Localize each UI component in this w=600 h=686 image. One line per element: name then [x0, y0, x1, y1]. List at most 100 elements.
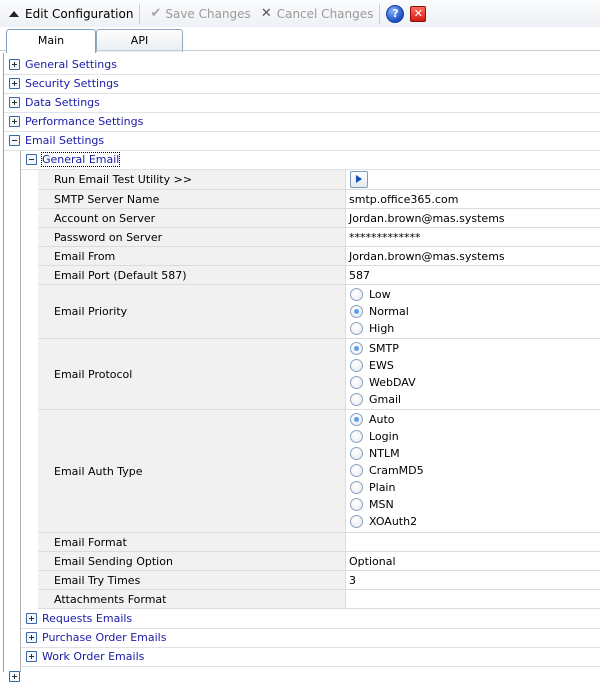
node-label: Data Settings	[25, 96, 100, 109]
radio-label: Low	[369, 288, 391, 301]
edit-configuration-label: Edit Configuration	[25, 6, 134, 21]
account-field[interactable]: Jordan.brown@mas.systems	[347, 209, 600, 227]
protocol-radio-group: SMTP EWS WebDAV Gmail	[347, 340, 600, 408]
save-changes-label: Save Changes	[165, 6, 251, 21]
property-row-try-times: Email Try Times 3	[38, 571, 600, 590]
radio-icon	[350, 498, 363, 511]
property-row-smtp-server: SMTP Server Name smtp.office365.com	[38, 190, 600, 209]
property-row-email-port: Email Port (Default 587) 587	[38, 266, 600, 285]
expand-plus-icon[interactable]	[9, 59, 20, 70]
node-label: Work Order Emails	[42, 650, 145, 663]
sending-option-field[interactable]: Optional	[347, 552, 600, 570]
property-row-run-test: Run Email Test Utility >>	[38, 170, 600, 190]
radio-protocol-webdav[interactable]: WebDAV	[347, 374, 600, 391]
property-row-attachments-format: Attachments Format	[38, 590, 600, 609]
tab-api[interactable]: API	[96, 29, 183, 52]
help-icon[interactable]: ?	[386, 4, 405, 23]
radio-label: Auto	[369, 413, 395, 426]
radio-label: NTLM	[369, 447, 400, 460]
radio-icon	[350, 376, 363, 389]
property-name: SMTP Server Name	[38, 190, 346, 208]
radio-auth-crammd5[interactable]: CramMD5	[347, 462, 600, 479]
priority-radio-group: Low Normal High	[347, 286, 600, 337]
expand-plus-icon[interactable]	[9, 97, 20, 108]
expand-plus-icon[interactable]	[9, 671, 20, 682]
property-row-email-format: Email Format	[38, 533, 600, 552]
expand-plus-icon[interactable]	[26, 632, 37, 643]
tree-indent-guide	[20, 151, 21, 672]
save-changes-button[interactable]: ✔ Save Changes	[143, 3, 253, 25]
tree-node-general-email[interactable]: General Email	[21, 150, 600, 170]
property-row-priority: Email Priority Low Normal High	[38, 285, 600, 339]
email-format-field[interactable]	[347, 533, 600, 551]
radio-selected-icon	[350, 413, 363, 426]
radio-label: SMTP	[369, 342, 399, 355]
radio-icon	[350, 464, 363, 477]
tree-node-next-partial[interactable]	[4, 667, 600, 686]
property-row-password: Password on Server *************	[38, 228, 600, 247]
radio-protocol-ews[interactable]: EWS	[347, 357, 600, 374]
radio-auth-plain[interactable]: Plain	[347, 479, 600, 496]
email-port-field[interactable]: 587	[347, 266, 600, 284]
property-name: Email Priority	[38, 285, 346, 338]
edit-configuration-button[interactable]: Edit Configuration	[0, 3, 136, 25]
radio-icon	[350, 359, 363, 372]
node-label: Performance Settings	[25, 115, 144, 128]
radio-label: WebDAV	[369, 376, 416, 389]
collapse-minus-icon[interactable]	[26, 154, 37, 165]
radio-label: High	[369, 322, 395, 335]
tab-api-label: API	[130, 34, 149, 47]
tree-node-general-settings[interactable]: General Settings	[4, 55, 600, 75]
radio-icon	[350, 393, 363, 406]
radio-icon	[350, 515, 363, 528]
try-times-field[interactable]: 3	[347, 571, 600, 589]
tree-node-performance-settings[interactable]: Performance Settings	[4, 112, 600, 132]
expand-plus-icon[interactable]	[26, 651, 37, 662]
radio-protocol-gmail[interactable]: Gmail	[347, 391, 600, 408]
cancel-changes-button[interactable]: ✕ Cancel Changes	[254, 3, 377, 25]
property-row-sending-option: Email Sending Option Optional	[38, 552, 600, 571]
tree-node-requests-emails[interactable]: Requests Emails	[21, 609, 600, 629]
smtp-server-field[interactable]: smtp.office365.com	[347, 190, 600, 208]
radio-auth-ntlm[interactable]: NTLM	[347, 445, 600, 462]
property-row-protocol: Email Protocol SMTP EWS WebDAV Gmail	[38, 339, 600, 410]
auth-type-radio-group: Auto Login NTLM CramMD5 Plain MSN XOAuth…	[347, 411, 600, 530]
radio-selected-icon	[350, 305, 363, 318]
radio-label: Gmail	[369, 393, 402, 406]
email-from-field[interactable]: Jordan.brown@mas.systems	[347, 247, 600, 265]
cancel-changes-label: Cancel Changes	[276, 6, 374, 21]
radio-priority-normal[interactable]: Normal	[347, 303, 600, 320]
expand-plus-icon[interactable]	[9, 78, 20, 89]
tab-main[interactable]: Main	[6, 29, 96, 53]
tree-node-data-settings[interactable]: Data Settings	[4, 93, 600, 113]
node-label: Requests Emails	[42, 612, 133, 625]
expand-plus-icon[interactable]	[26, 613, 37, 624]
radio-protocol-smtp[interactable]: SMTP	[347, 340, 600, 357]
property-name: Run Email Test Utility >>	[38, 170, 346, 189]
tree-node-purchase-order-emails[interactable]: Purchase Order Emails	[21, 628, 600, 648]
tree-node-work-order-emails[interactable]: Work Order Emails	[21, 647, 600, 667]
property-name: Email Sending Option	[38, 552, 346, 570]
x-mark-icon: ✕	[260, 6, 272, 21]
radio-auth-auto[interactable]: Auto	[347, 411, 600, 428]
radio-label: CramMD5	[369, 464, 424, 477]
radio-priority-high[interactable]: High	[347, 320, 600, 337]
collapse-minus-icon[interactable]	[9, 135, 20, 146]
radio-label: MSN	[369, 498, 394, 511]
attachments-format-field[interactable]	[347, 590, 600, 608]
tree-node-security-settings[interactable]: Security Settings	[4, 74, 600, 94]
expand-plus-icon[interactable]	[9, 116, 20, 127]
tab-bar: Main API	[0, 27, 600, 53]
radio-auth-login[interactable]: Login	[347, 428, 600, 445]
tab-main-label: Main	[37, 34, 65, 47]
run-test-play-button[interactable]	[350, 171, 368, 188]
password-field[interactable]: *************	[347, 228, 600, 246]
radio-label: Normal	[369, 305, 409, 318]
radio-auth-xoauth2[interactable]: XOAuth2	[347, 513, 600, 530]
radio-priority-low[interactable]: Low	[347, 286, 600, 303]
radio-auth-msn[interactable]: MSN	[347, 496, 600, 513]
node-label: General Email	[40, 152, 121, 167]
close-icon[interactable]: ✕	[410, 5, 427, 22]
radio-label: Login	[369, 430, 399, 443]
tree-node-email-settings[interactable]: Email Settings	[4, 131, 600, 151]
